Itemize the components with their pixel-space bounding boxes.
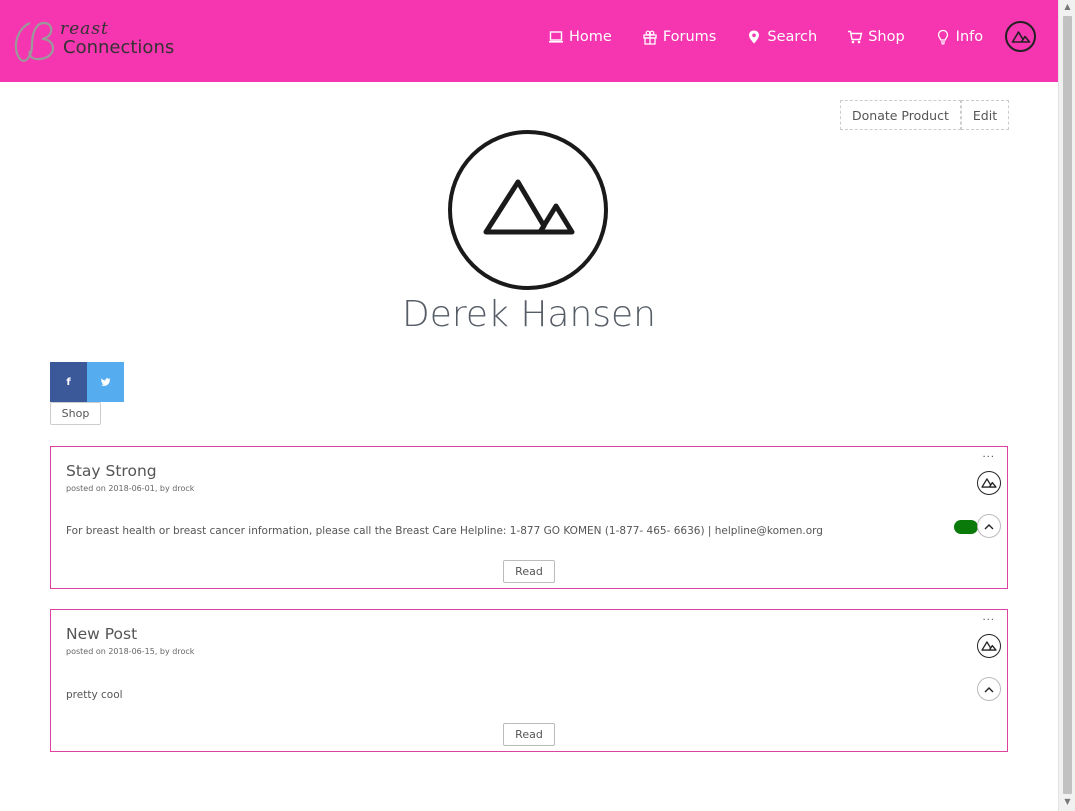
social-share: f: [50, 362, 124, 402]
post-author-avatar[interactable]: [977, 471, 1001, 495]
mountain-logo-icon: [981, 478, 997, 488]
shop-button[interactable]: Shop: [50, 402, 101, 425]
post-options-menu[interactable]: ...: [982, 612, 995, 623]
mountain-logo-icon: [981, 641, 997, 651]
chevron-up-icon: [984, 686, 994, 692]
post-card: ... Stay Strong posted on 2018-06-01, by…: [50, 446, 1008, 589]
nav-forums[interactable]: Forums: [642, 29, 717, 45]
scroll-thumb[interactable]: [1063, 16, 1072, 794]
post-card: ... New Post posted on 2018-06-15, by dr…: [50, 609, 1008, 752]
post-body: pretty cool: [66, 689, 123, 701]
logo-main-text: Connections: [63, 37, 175, 58]
mountain-logo-icon: [1011, 30, 1030, 43]
nav-shop-label: Shop: [868, 29, 905, 45]
facebook-share-button[interactable]: f: [50, 362, 87, 402]
nav-forums-label: Forums: [662, 29, 717, 45]
main-nav: Home Forums Search Shop Info: [548, 29, 1013, 45]
laptop-icon: [549, 31, 563, 43]
upvote-button[interactable]: [977, 514, 1001, 538]
post-meta: posted on 2018-06-15, by drock: [66, 647, 195, 656]
scroll-down-arrow-icon[interactable]: ▼: [1059, 797, 1075, 809]
facebook-icon: f: [66, 376, 71, 388]
nav-shop[interactable]: Shop: [847, 29, 905, 45]
lightbulb-icon: [937, 29, 948, 45]
page-scrollbar[interactable]: ▲ ▼: [1058, 0, 1075, 811]
cart-icon: [848, 30, 863, 44]
nav-info-label: Info: [955, 29, 984, 45]
top-header: reast Connections Home Forums Search Sho…: [0, 0, 1058, 82]
chevron-up-icon: [984, 523, 994, 529]
nav-search[interactable]: Search: [746, 29, 817, 45]
profile-actions: Donate Product Edit: [840, 100, 1010, 130]
post-title: New Post: [66, 625, 138, 643]
post-toggle-switch[interactable]: [954, 520, 978, 534]
nav-search-label: Search: [767, 29, 818, 45]
profile-name: Derek Hansen: [402, 294, 656, 335]
post-body: For breast health or breast cancer infor…: [66, 525, 823, 537]
post-options-menu[interactable]: ...: [982, 449, 995, 460]
user-avatar-button[interactable]: [1005, 21, 1036, 52]
nav-home[interactable]: Home: [548, 29, 612, 45]
nav-home-label: Home: [569, 29, 612, 45]
site-logo[interactable]: reast Connections: [10, 15, 190, 65]
read-post-button[interactable]: Read: [503, 560, 555, 583]
twitter-share-button[interactable]: [87, 362, 124, 402]
post-meta: posted on 2018-06-01, by drock: [66, 484, 195, 493]
map-pin-icon: [749, 30, 760, 44]
read-post-button[interactable]: Read: [503, 723, 555, 746]
edit-button[interactable]: Edit: [960, 100, 1010, 130]
twitter-icon: [100, 377, 110, 386]
mountain-logo-icon: [483, 179, 575, 235]
donate-product-button[interactable]: Donate Product: [840, 100, 961, 130]
profile-avatar: [448, 130, 608, 290]
nav-info[interactable]: Info: [935, 29, 983, 45]
post-title: Stay Strong: [66, 462, 157, 480]
post-author-avatar[interactable]: [977, 634, 1001, 658]
logo-script-text: reast: [60, 19, 109, 39]
gift-icon: [643, 30, 657, 45]
scroll-up-arrow-icon[interactable]: ▲: [1059, 2, 1075, 14]
upvote-button[interactable]: [977, 677, 1001, 701]
